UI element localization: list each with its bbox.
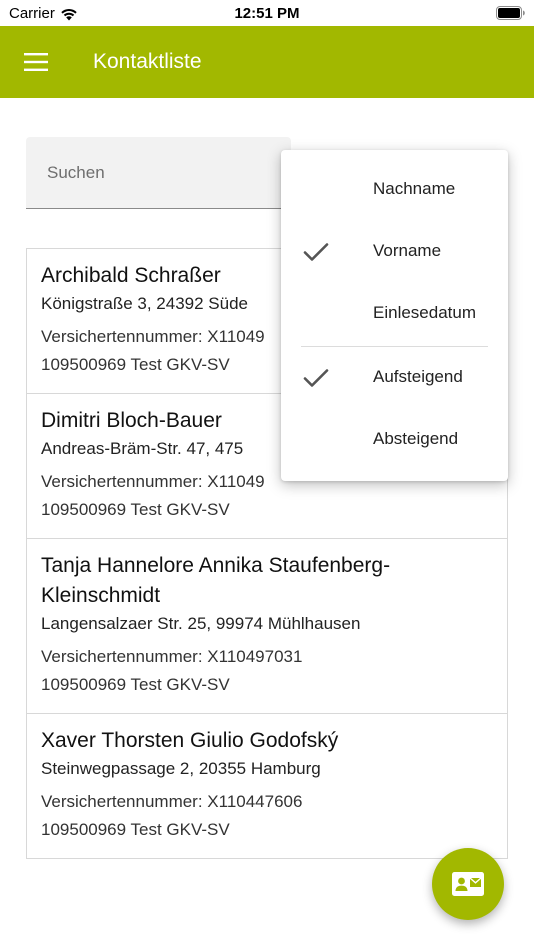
contact-insurance-number: Versichertennummer: X110447606 [41,792,303,811]
status-bar: Carrier 12:51 PM [0,0,534,26]
contact-address: Langensalzaer Str. 25, 99974 Mühlhausen [41,614,361,633]
checkmark-icon [303,243,329,261]
sort-option-vorname[interactable]: Vorname [281,221,508,283]
sort-option-label: Nachname [373,179,456,198]
sort-option-label: Aufsteigend [373,367,463,386]
status-time: 12:51 PM [234,5,300,22]
hamburger-menu-icon [24,53,48,71]
contact-item[interactable]: Xaver Thorsten Giulio Godofský Steinwegp… [27,713,507,858]
contact-card-icon [452,872,484,896]
contact-insurer: 109500969 Test GKV-SV [41,675,230,694]
contact-item[interactable]: Tanja Hannelore Annika Staufenberg-Klein… [27,538,507,713]
sort-option-label: Einlesedatum [373,303,477,322]
contact-address: Steinwegpassage 2, 20355 Hamburg [41,759,321,778]
scan-card-fab[interactable] [432,848,504,920]
contact-name: Xaver Thorsten Giulio Godofský [41,729,339,752]
checkmark-icon [303,369,329,387]
sort-option-label: Absteigend [373,429,459,448]
contact-insurer: 109500969 Test GKV-SV [41,500,230,519]
app-bar: Kontaktliste [0,26,534,98]
contact-insurer: 109500969 Test GKV-SV [41,820,230,839]
sort-option-label: Vorname [373,241,442,260]
battery-icon [496,6,525,20]
sort-option-absteigend[interactable]: Absteigend [281,409,508,471]
contact-name: Tanja Hannelore Annika Staufenberg-Klein… [41,554,391,607]
search-input[interactable] [26,137,291,208]
page-title: Kontaktliste [93,50,202,73]
sort-menu: Nachname Vorname Einlesedatum Aufsteigen… [281,150,508,481]
contact-insurance-number: Versichertennummer: X110497031 [41,647,303,666]
sort-option-nachname[interactable]: Nachname [281,159,508,221]
search-field [26,137,291,209]
sort-option-einlesedatum[interactable]: Einlesedatum [281,283,508,345]
sort-option-aufsteigend[interactable]: Aufsteigend [281,347,508,409]
menu-button[interactable] [16,48,56,76]
